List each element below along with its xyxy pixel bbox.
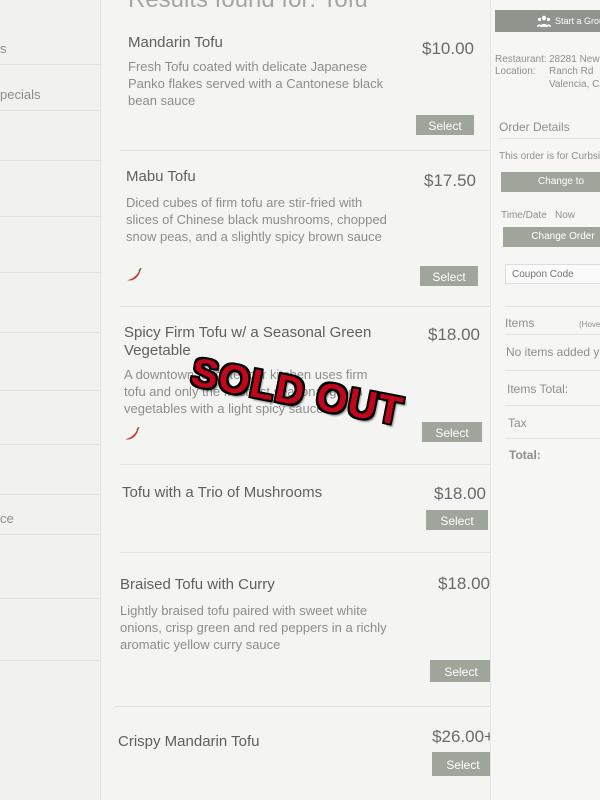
panel-divider xyxy=(505,405,600,406)
menu-item: Braised Tofu with Curry $18.00 Lightly b… xyxy=(120,574,492,686)
change-order-button[interactable]: Change Order xyxy=(503,227,600,247)
panel-divider xyxy=(499,138,600,139)
select-button[interactable]: Select xyxy=(416,115,474,135)
spicy-pepper-icon xyxy=(125,427,140,440)
item-price: $18.00 xyxy=(428,325,480,344)
time-date-value: Now xyxy=(555,210,576,221)
select-button[interactable]: Select xyxy=(422,422,482,442)
sidebar-item[interactable] xyxy=(0,272,100,333)
restaurant-city: Valencia, CA xyxy=(549,79,600,90)
item-divider xyxy=(120,150,492,151)
coupon-code-input[interactable] xyxy=(505,264,600,284)
start-group-label: Start a Group xyxy=(555,16,600,26)
item-name: Crispy Mandarin Tofu xyxy=(118,733,260,750)
time-date-label: Time/Date xyxy=(501,210,547,221)
order-panel: Start a Group Restaurant: 28281 Newhall … xyxy=(490,0,600,800)
item-price: $18.00 xyxy=(438,574,490,593)
no-items-text: No items added yet xyxy=(506,345,600,359)
start-group-button[interactable]: Start a Group xyxy=(495,10,600,32)
sidebar-item[interactable] xyxy=(0,444,100,495)
sidebar-item[interactable] xyxy=(0,598,100,661)
item-price: $18.00 xyxy=(434,484,486,503)
tax-label: Tax xyxy=(508,416,527,430)
menu-item: Mandarin Tofu $10.00 Fresh Tofu coated w… xyxy=(120,34,492,138)
order-for-text: This order is for Curbside xyxy=(499,151,600,162)
items-heading: Items xyxy=(505,316,535,330)
panel-divider xyxy=(505,306,600,307)
sidebar-item[interactable] xyxy=(0,110,100,161)
address-line-2: Ranch Rd xyxy=(549,66,594,77)
sidebar-item[interactable] xyxy=(0,534,100,599)
sidebar-item-label: pecials xyxy=(0,87,41,102)
item-name: Mandarin Tofu xyxy=(128,34,223,51)
item-name: Tofu with a Trio of Mushrooms xyxy=(122,484,323,501)
panel-divider xyxy=(505,370,600,371)
item-name: Mabu Tofu xyxy=(126,168,196,185)
change-to-button[interactable]: Change to xyxy=(501,172,600,192)
select-button[interactable]: Select xyxy=(432,752,494,776)
sidebar-item[interactable]: s xyxy=(0,0,100,65)
select-button[interactable]: Select xyxy=(426,510,488,530)
item-divider xyxy=(120,552,492,553)
panel-divider xyxy=(505,438,600,439)
item-description: Lightly braised tofu paired with sweet w… xyxy=(120,603,387,652)
item-description: Diced cubes of firm tofu are stir-fried … xyxy=(126,195,387,244)
item-divider xyxy=(114,706,494,707)
sidebar-item[interactable] xyxy=(0,216,100,273)
select-button[interactable]: Select xyxy=(430,660,492,682)
item-description: Fresh Tofu coated with delicate Japanese… xyxy=(128,59,384,108)
item-divider xyxy=(120,306,492,307)
sidebar-item[interactable] xyxy=(0,160,100,217)
item-price: $10.00 xyxy=(422,39,474,58)
item-price: $26.00+ xyxy=(432,727,494,746)
select-button[interactable]: Select xyxy=(420,266,478,286)
category-sidebar: s pecials ce xyxy=(0,0,101,800)
item-price: $17.50 xyxy=(424,171,476,190)
menu-item: Tofu with a Trio of Mushrooms $18.00 Sel… xyxy=(120,484,492,544)
sidebar-item[interactable] xyxy=(0,332,100,391)
location-label: Location: xyxy=(495,66,536,77)
panel-divider xyxy=(505,334,600,335)
menu-item: Crispy Mandarin Tofu $26.00+ Select xyxy=(118,727,494,790)
sidebar-item[interactable] xyxy=(0,390,100,445)
page-title: Results found for: Tofu xyxy=(128,0,368,14)
menu-item: Mabu Tofu $17.50 Diced cubes of firm tof… xyxy=(120,168,492,290)
order-details-heading: Order Details xyxy=(499,120,570,134)
group-icon xyxy=(537,15,551,27)
sidebar-item[interactable]: ce xyxy=(0,494,100,535)
sidebar-item[interactable]: pecials xyxy=(0,64,100,111)
spicy-pepper-icon xyxy=(127,268,142,281)
items-total-label: Items Total: xyxy=(507,382,569,396)
item-divider xyxy=(120,464,492,465)
item-name: Spicy Firm Tofu w/ a Seasonal Green Vege… xyxy=(124,324,372,359)
total-label: Total: xyxy=(509,448,541,462)
sidebar-item-label: ce xyxy=(0,511,14,526)
hover-hint: (Hover) xyxy=(579,320,600,329)
item-name: Braised Tofu with Curry xyxy=(120,576,275,593)
sidebar-item-label: s xyxy=(0,41,7,56)
